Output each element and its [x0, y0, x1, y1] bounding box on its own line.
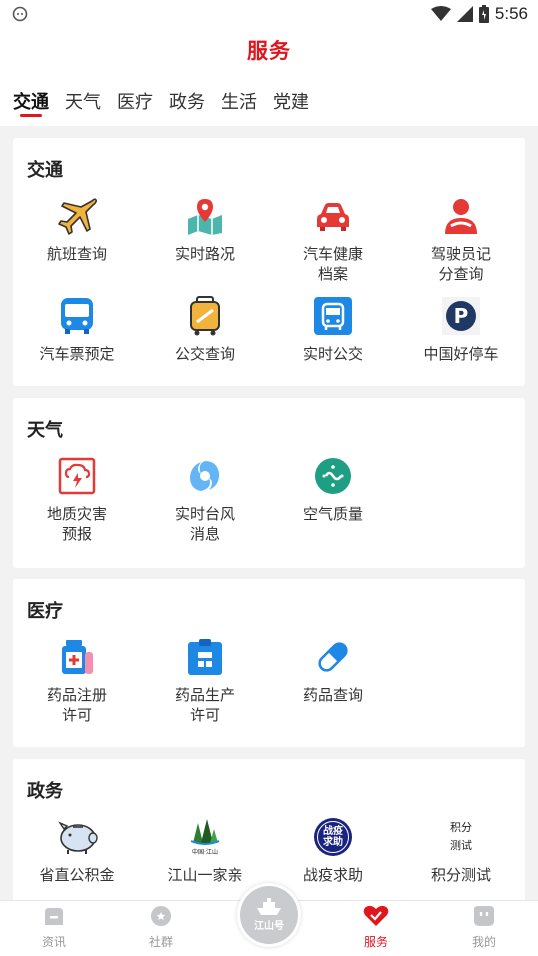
air-quality-item[interactable]: 空气质量 [269, 454, 397, 524]
service-list[interactable]: 交通 航班查询 实时路况 汽车健康 档案 驾驶员记 分查询 汽车票预定 公交查询… [0, 126, 538, 900]
drug-production-item[interactable]: 药品生产 许可 [141, 635, 269, 725]
item-label: 空气质量 [302, 505, 363, 523]
section-title: 天气 [27, 420, 63, 441]
news-icon [45, 908, 63, 925]
logo-text: 中国·江山 [192, 848, 218, 856]
typhoon-item[interactable]: 实时台风 消息 [141, 454, 269, 544]
heart-icon [363, 905, 389, 926]
tab-party[interactable]: 党建 [273, 74, 309, 126]
driver-points-item[interactable]: 驾驶员记 分查询 [397, 194, 525, 284]
nav-label: 资讯 [41, 935, 66, 949]
epidemic-help-item[interactable]: 战疫 求助 战疫求助 [269, 815, 397, 885]
item-label: 积分测试 [430, 866, 491, 884]
item-label: 公交查询 [174, 345, 235, 363]
community-icon [151, 906, 171, 926]
tab-medical[interactable]: 医疗 [117, 74, 153, 126]
drug-query-item[interactable]: 药品查询 [269, 635, 397, 705]
flight-query-item[interactable]: 航班查询 [13, 194, 141, 264]
nav-label: 社群 [148, 935, 173, 949]
bus-front-icon [311, 294, 355, 338]
parking-icon: P [439, 294, 483, 338]
nav-label: 服务 [363, 935, 388, 949]
section-title: 交通 [27, 160, 63, 181]
item-label: 实时公交 [302, 345, 363, 363]
tab-government[interactable]: 政务 [169, 74, 205, 126]
bottom-nav: 资讯 社群 江山号 服务 我的 [0, 883, 538, 956]
signal-icon [456, 6, 473, 22]
nav-service[interactable]: 服务 [346, 905, 406, 950]
piggy-bank-icon [55, 815, 99, 859]
points-test-item[interactable]: 积分 测试 积分测试 [397, 815, 525, 885]
drug-registration-item[interactable]: 药品注册 许可 [13, 635, 141, 725]
title-bar: 服务 [0, 28, 538, 74]
item-label: 驾驶员记 分查询 [430, 245, 491, 283]
android-notification-icon [12, 6, 28, 22]
status-bar: 5:56 [0, 0, 538, 28]
clipboard-icon [183, 635, 227, 679]
china-parking-item[interactable]: P 中国好停车 [397, 294, 525, 364]
bus-ticket-item[interactable]: 汽车票预定 [13, 294, 141, 364]
realtime-bus-item[interactable]: 实时公交 [269, 294, 397, 364]
nav-label: 我的 [471, 935, 496, 949]
item-label: 实时路况 [174, 245, 235, 263]
geo-disaster-item[interactable]: 地质灾害 预报 [13, 454, 141, 544]
luggage-icon [183, 294, 227, 338]
badge-text: 积分 测试 [450, 821, 472, 852]
air-quality-icon [311, 454, 355, 498]
item-label: 战疫求助 [302, 866, 363, 884]
points-test-icon: 积分 测试 [439, 815, 483, 859]
section-title: 医疗 [27, 601, 63, 622]
weather-card: 天气 地质灾害 预报 实时台风 消息 空气质量 [13, 398, 525, 568]
item-label: 汽车票预定 [39, 345, 115, 363]
realtime-traffic-item[interactable]: 实时路况 [141, 194, 269, 264]
item-label: 实时台风 消息 [174, 505, 235, 543]
item-label: 药品注册 许可 [46, 686, 107, 724]
item-label: 航班查询 [46, 245, 107, 263]
map-pin-icon [183, 194, 227, 238]
bus-query-item[interactable]: 公交查询 [141, 294, 269, 364]
item-label: 地质灾害 预报 [46, 505, 107, 543]
profile-icon [474, 906, 494, 926]
battery-icon [478, 5, 489, 23]
status-time: 5:56 [494, 4, 528, 23]
pill-icon [311, 635, 355, 679]
category-tabs: 交通 天气 医疗 政务 生活 党建 [0, 74, 538, 126]
wifi-icon [430, 6, 451, 21]
typhoon-icon [183, 454, 227, 498]
item-label: 江山一家亲 [167, 866, 243, 884]
tab-weather[interactable]: 天气 [65, 74, 101, 126]
center-label: 江山号 [254, 921, 284, 932]
item-label: 药品查询 [302, 686, 363, 704]
nav-profile[interactable]: 我的 [454, 905, 514, 950]
tab-traffic[interactable]: 交通 [13, 74, 49, 126]
provident-fund-item[interactable]: 省直公积金 [13, 815, 141, 885]
center-jiangshan-button[interactable]: 江山号 [237, 883, 301, 947]
jiangshan-family-item[interactable]: 中国·江山 江山一家亲 [141, 815, 269, 885]
disaster-icon [55, 454, 99, 498]
nav-news[interactable]: 资讯 [24, 905, 84, 950]
badge-text: 战疫 求助 [323, 826, 343, 848]
page-title: 服务 [247, 39, 291, 63]
item-label: 药品生产 许可 [174, 686, 235, 724]
jiangshan-logo-icon: 中国·江山 [183, 815, 227, 859]
government-card: 政务 省直公积金 中国·江山 江山一家亲 战疫 求助 战疫求助 积分 测试 积分… [13, 759, 525, 900]
bus-icon [55, 294, 99, 338]
item-label: 汽车健康 档案 [302, 245, 363, 283]
item-label: 省直公积金 [39, 866, 115, 884]
nav-community[interactable]: 社群 [131, 905, 191, 950]
car-icon [311, 194, 355, 238]
traffic-card: 交通 航班查询 实时路况 汽车健康 档案 驾驶员记 分查询 汽车票预定 公交查询… [13, 138, 525, 386]
driver-icon [439, 194, 483, 238]
section-title: 政务 [27, 781, 63, 802]
car-health-item[interactable]: 汽车健康 档案 [269, 194, 397, 284]
medical-card: 医疗 药品注册 许可 药品生产 许可 药品查询 [13, 579, 525, 747]
medicine-bottle-icon [55, 635, 99, 679]
item-label: 中国好停车 [423, 345, 499, 363]
tab-life[interactable]: 生活 [221, 74, 257, 126]
ship-icon [257, 898, 281, 915]
airplane-icon [55, 194, 99, 238]
svg-text:P: P [454, 304, 469, 328]
epidemic-help-icon: 战疫 求助 [311, 815, 355, 859]
